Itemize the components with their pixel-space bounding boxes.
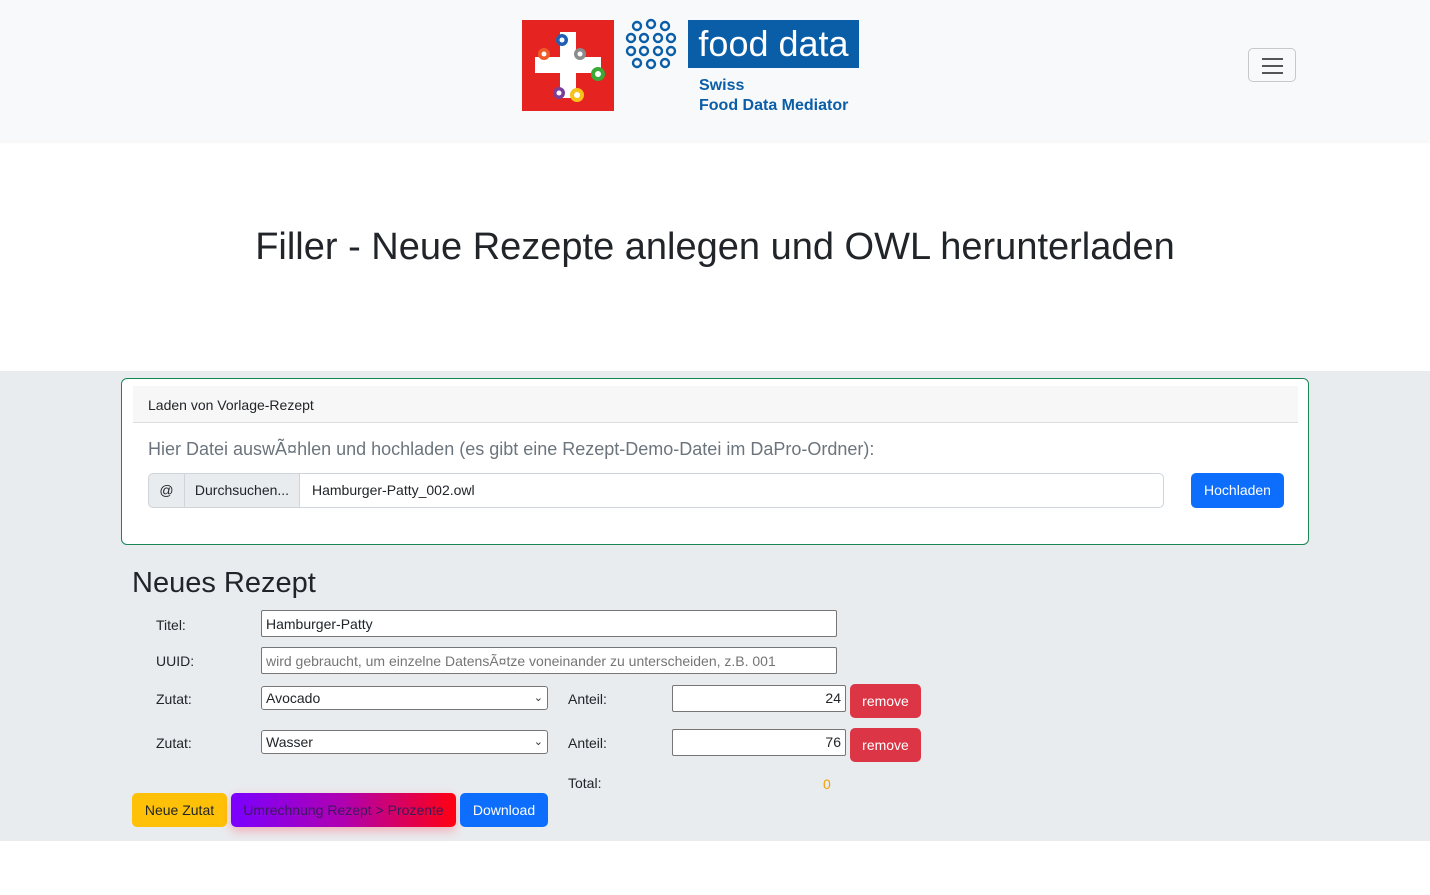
page-title: Filler - Neue Rezepte anlegen und OWL he… [255, 226, 1175, 268]
logo-subtitle-line2: Food Data Mediator [699, 97, 849, 114]
ingredient-label: Zutat: [156, 735, 192, 751]
ingredient-label: Zutat: [156, 691, 192, 707]
uuid-input[interactable] [261, 647, 837, 674]
hamburger-icon-bar [1262, 72, 1283, 74]
chevron-down-icon: ⌄ [533, 736, 543, 748]
remove-button[interactable]: remove [850, 728, 921, 762]
ingredient-select[interactable]: Avocado ⌄ [261, 686, 548, 710]
upload-button[interactable]: Hochladen [1191, 473, 1284, 508]
logo-subtitle: Swiss Food Data Mediator [699, 76, 848, 116]
hamburger-icon [1262, 58, 1283, 60]
upload-card: Laden von Vorlage-Rezept Hier Datei ausw… [121, 378, 1309, 545]
share-label: Anteil: [568, 691, 607, 707]
total-value: 0 [823, 776, 831, 792]
ingredient-select-value: Wasser [266, 734, 313, 750]
hamburger-icon-bar [1262, 65, 1283, 67]
navbar-toggler-button[interactable] [1248, 48, 1296, 82]
share-input[interactable]: 24 [672, 685, 846, 712]
knot-logo-icon [624, 18, 678, 70]
remove-button[interactable]: remove [850, 684, 921, 718]
title-input[interactable] [261, 610, 837, 637]
browse-button[interactable]: Durchsuchen... [184, 473, 300, 508]
ingredient-select[interactable]: Wasser ⌄ [261, 730, 548, 754]
total-label: Total: [568, 775, 602, 791]
uuid-label: UUID: [156, 653, 195, 669]
share-label: Anteil: [568, 735, 607, 751]
title-label: Titel: [156, 617, 186, 633]
at-addon: @ [148, 473, 185, 508]
chevron-down-icon: ⌄ [533, 692, 543, 704]
swiss-food-logo [522, 20, 614, 111]
new-ingredient-button[interactable]: Neue Zutat [132, 793, 227, 827]
file-name-field[interactable]: Hamburger-Patty_002.owl [299, 473, 1164, 508]
navbar: food data Swiss Food Data Mediator [0, 0, 1430, 141]
upload-instruction: Hier Datei auswÃ¤hlen und hochladen (es … [148, 439, 875, 459]
share-input[interactable]: 76 [672, 729, 846, 756]
convert-recipe-button[interactable]: Umrechnung Rezept > Prozente [231, 793, 456, 827]
ingredient-select-value: Avocado [266, 690, 321, 706]
form-heading: Neues Rezept [132, 567, 316, 599]
food-data-logo-text: food data [688, 20, 859, 68]
download-button[interactable]: Download [460, 793, 548, 827]
logo-subtitle-line1: Swiss [699, 77, 745, 94]
upload-card-header: Laden von Vorlage-Rezept [133, 386, 1298, 423]
